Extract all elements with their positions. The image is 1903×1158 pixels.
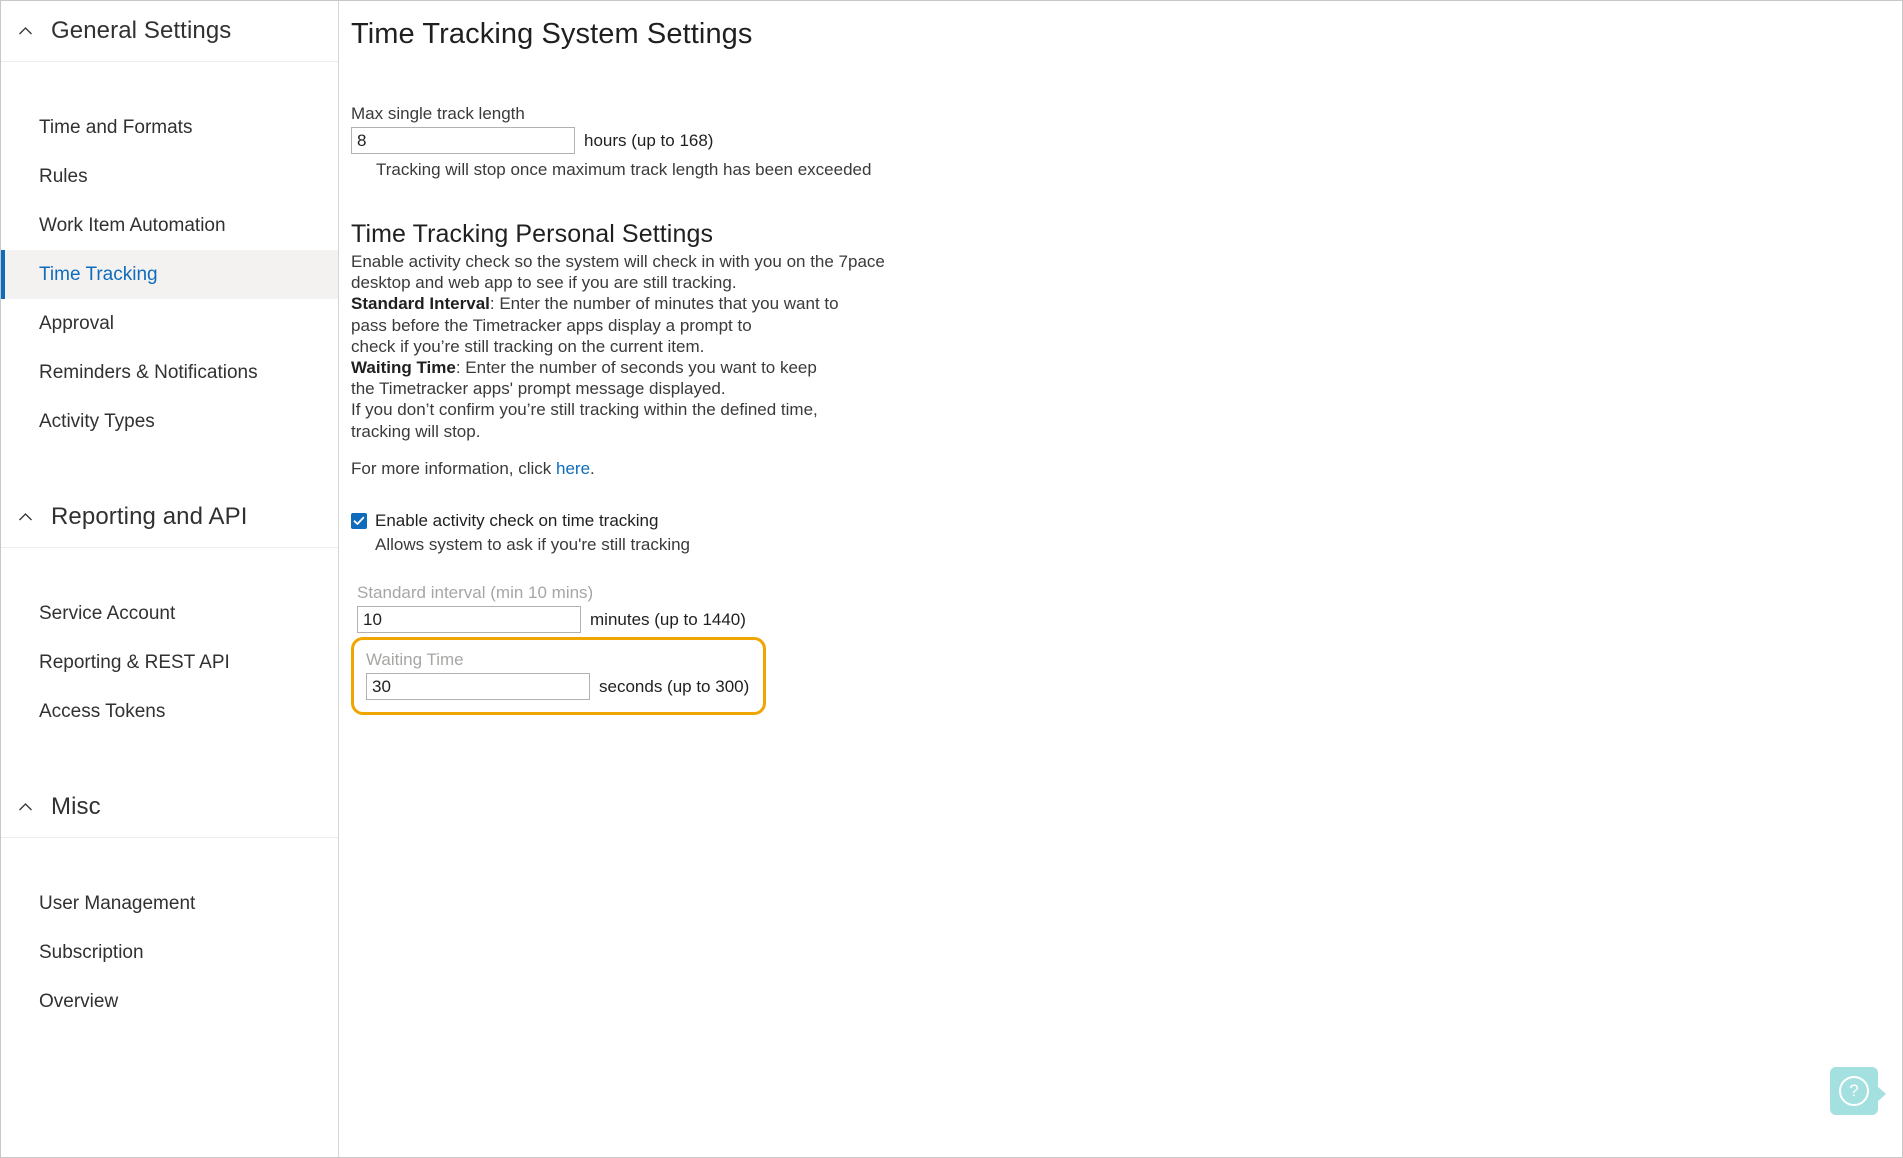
waiting-time-highlight-box: Waiting Time seconds (up to 300) (351, 637, 767, 716)
waiting-time-input[interactable] (366, 673, 590, 701)
waiting-time-line-4: tracking will stop. (351, 421, 481, 441)
sidebar-item-label: Access Tokens (39, 700, 166, 722)
standard-interval-row: minutes (up to 1440) (357, 606, 1902, 634)
desc-line-2: desktop and web app to see if you are st… (351, 273, 737, 293)
chevron-up-icon (17, 23, 34, 40)
question-mark-icon: ? (1839, 1076, 1869, 1106)
sidebar-list-reporting-and-api: Service Account Reporting & REST API Acc… (1, 589, 338, 736)
sidebar-item-overview[interactable]: Overview (1, 977, 338, 1026)
sidebar-group-title: Reporting and API (51, 503, 248, 530)
waiting-time-line-2: the Timetracker apps' prompt message dis… (351, 379, 726, 399)
max-single-track-length-hint: Tracking will stop once maximum track le… (376, 160, 872, 179)
chevron-up-icon (17, 799, 34, 816)
sidebar-item-access-tokens[interactable]: Access Tokens (1, 687, 338, 736)
personal-settings-description: Enable activity check so the system will… (351, 251, 891, 442)
sidebar-item-work-item-automation[interactable]: Work Item Automation (1, 201, 338, 250)
max-single-track-length-unit: hours (up to 168) (584, 130, 714, 150)
standard-interval-field-block: Standard interval (min 10 mins) minutes … (357, 581, 1902, 634)
enable-activity-check-sublabel: Allows system to ask if you're still tra… (375, 535, 691, 555)
sidebar-item-service-account[interactable]: Service Account (1, 589, 338, 638)
more-info-prefix: For more information, click (351, 458, 556, 478)
sidebar-item-approval[interactable]: Approval (1, 299, 338, 348)
sidebar-item-label: Time and Formats (39, 116, 193, 138)
enable-activity-check-text-wrap: Enable activity check on time tracking (375, 510, 658, 532)
standard-interval-line-2: pass before the Timetracker apps display… (351, 315, 752, 335)
sidebar-item-activity-types[interactable]: Activity Types (1, 397, 338, 446)
sidebar-item-label: Overview (39, 990, 119, 1012)
waiting-time-term: Waiting Time (351, 358, 456, 378)
sidebar-item-label: Reporting & REST API (39, 651, 230, 673)
sidebar-item-label: Approval (39, 312, 114, 334)
max-single-track-length-input[interactable] (351, 127, 575, 154)
sidebar-item-user-management[interactable]: User Management (1, 879, 338, 928)
sidebar-item-label: Activity Types (39, 410, 155, 432)
waiting-time-row: seconds (up to 300) (366, 673, 750, 701)
sidebar-group-header-general-settings[interactable]: General Settings (1, 1, 338, 62)
settings-main-panel: Time Tracking System Settings Max single… (339, 1, 1902, 1157)
sidebar-group-header-misc[interactable]: Misc (1, 777, 338, 838)
max-single-track-length-label: Max single track length (351, 104, 525, 123)
standard-interval-input[interactable] (357, 606, 581, 634)
help-button[interactable]: ? (1830, 1067, 1886, 1115)
sidebar-item-reminders-notifications[interactable]: Reminders & Notifications (1, 348, 338, 397)
sidebar-item-subscription[interactable]: Subscription (1, 928, 338, 977)
more-information-paragraph: For more information, click here. (351, 458, 891, 479)
sidebar-item-label: Work Item Automation (39, 214, 226, 236)
standard-interval-input-label: Standard interval (min 10 mins) (357, 583, 594, 603)
waiting-time-unit: seconds (up to 300) (599, 676, 750, 696)
activity-check-fields: Standard interval (min 10 mins) minutes … (351, 581, 1902, 716)
personal-settings-heading: Time Tracking Personal Settings (351, 220, 714, 248)
waiting-time-field-block: Waiting Time seconds (up to 300) (366, 648, 750, 701)
sidebar-item-label: Reminders & Notifications (39, 361, 258, 383)
here-link[interactable]: here (556, 459, 590, 478)
sidebar-item-rules[interactable]: Rules (1, 152, 338, 201)
enable-activity-check-label: Enable activity check on time tracking (375, 511, 659, 531)
sidebar-group-title: Misc (51, 793, 101, 820)
sidebar-item-reporting-rest-api[interactable]: Reporting & REST API (1, 638, 338, 687)
standard-interval-term: Standard Interval (351, 294, 490, 314)
sidebar-list-general-settings: Time and Formats Rules Work Item Automat… (1, 103, 338, 446)
sidebar-item-time-tracking[interactable]: Time Tracking (1, 250, 338, 299)
settings-app-window: General Settings Time and Formats Rules … (0, 0, 1903, 1158)
max-single-track-length-row: hours (up to 168) (351, 127, 1902, 154)
settings-sidebar: General Settings Time and Formats Rules … (1, 1, 339, 1157)
personal-settings-section: Time Tracking Personal Settings Enable a… (351, 217, 1902, 479)
desc-line-1: Enable activity check so the system will… (351, 252, 885, 271)
sidebar-item-label: User Management (39, 892, 196, 914)
max-single-track-length-field-block: Max single track length hours (up to 168… (351, 102, 1902, 181)
more-info-suffix: . (590, 458, 595, 478)
sidebar-list-misc: User Management Subscription Overview (1, 879, 338, 1026)
sidebar-item-time-and-formats[interactable]: Time and Formats (1, 103, 338, 152)
standard-interval-line-3: check if you’re still tracking on the cu… (351, 336, 705, 356)
waiting-time-input-label: Waiting Time (366, 650, 464, 670)
sidebar-group-title: General Settings (51, 17, 232, 44)
waiting-time-line-1: : Enter the number of seconds you want t… (455, 358, 817, 378)
enable-activity-check-checkbox[interactable] (351, 513, 367, 530)
standard-interval-unit: minutes (up to 1440) (590, 609, 746, 629)
sidebar-item-label: Subscription (39, 941, 144, 963)
sidebar-item-label: Rules (39, 165, 88, 187)
sidebar-item-label: Time Tracking (39, 263, 158, 285)
enable-activity-check-row[interactable]: Enable activity check on time tracking (351, 510, 1902, 532)
sidebar-item-label: Service Account (39, 602, 176, 624)
standard-interval-line-1: : Enter the number of minutes that you w… (489, 294, 839, 314)
chevron-up-icon (17, 509, 34, 526)
page-title: Time Tracking System Settings (351, 18, 753, 50)
waiting-time-line-3: If you don’t confirm you’re still tracki… (351, 400, 818, 420)
sidebar-group-header-reporting-and-api[interactable]: Reporting and API (1, 487, 338, 548)
